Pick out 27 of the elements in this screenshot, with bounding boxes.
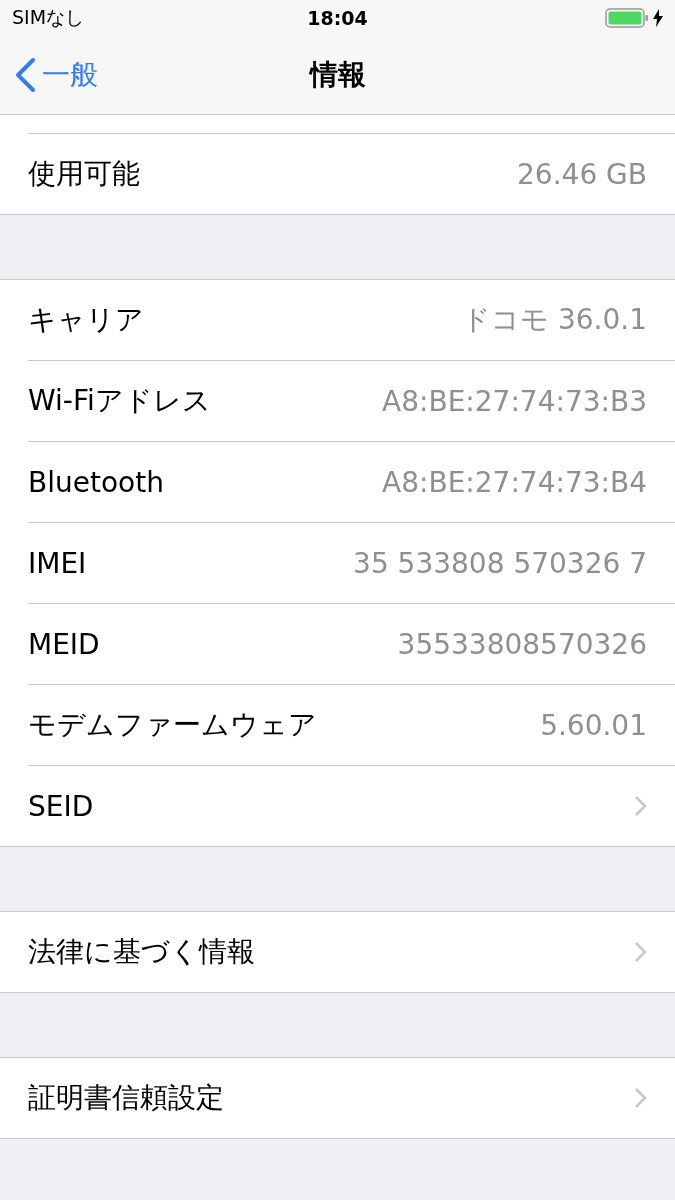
battery-icon [605,8,649,28]
chevron-icon [634,941,647,963]
row-value: A8:BE:27:74:73:B3 [382,384,647,418]
clock: 18:04 [306,7,369,29]
row-value: 5.60.01 [540,708,647,742]
chevron-icon [634,1087,647,1109]
row-label: モデムファームウェア [28,707,318,743]
nav-title: 情報 [309,57,366,93]
back-button[interactable]: 一般 [0,55,104,95]
row-label: IMEI [28,546,88,580]
row-label: 証明書信頼設定 [28,1080,225,1116]
back-chevron-icon [14,57,36,93]
row-value: 35 533808 570326 7 [353,546,647,580]
row-label: キャリア [28,302,145,338]
carrier-label: SIMなし [12,5,85,30]
chevron-icon [634,795,647,817]
row-value: A8:BE:27:74:73:B4 [382,465,647,499]
row-value: 26.46 GB [517,157,647,191]
row-label: MEID [28,627,101,661]
row-label: Bluetooth [28,465,165,499]
row-value: ドコモ 36.0.1 [462,302,647,338]
row-label: 使用可能 [28,156,141,192]
row-label: Wi-Fiアドレス [28,383,212,419]
row-label: SEID [28,789,95,823]
charging-icon [653,9,663,27]
row-value: 35533808570326 [397,627,647,661]
row-label: 法律に基づく情報 [28,934,256,970]
